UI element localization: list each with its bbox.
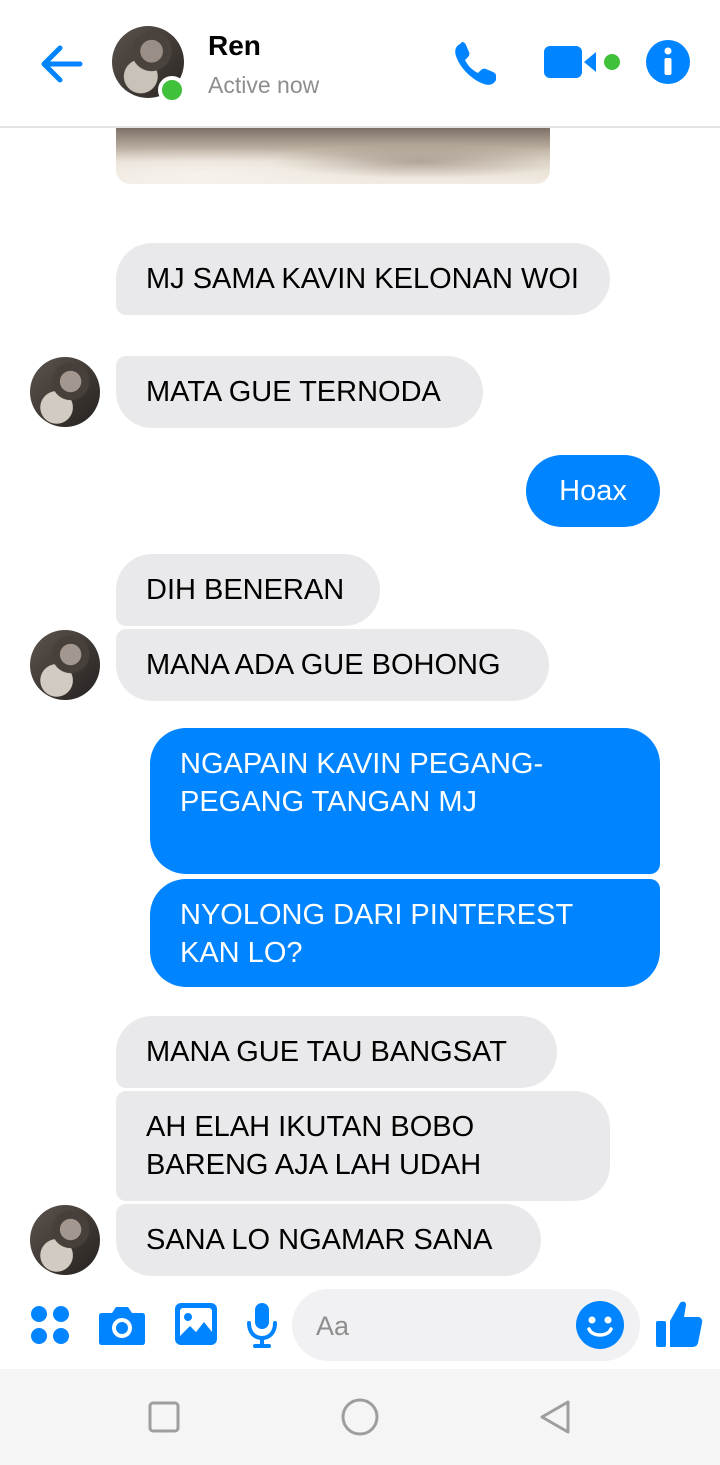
sender-avatar[interactable] [30,630,100,700]
message-incoming[interactable]: DIH BENERAN [116,554,380,626]
phone-icon[interactable] [450,38,502,90]
message-incoming[interactable]: MJ SAMA KAVIN KELONAN WOI [116,243,610,315]
sender-avatar[interactable] [30,357,100,427]
back-arrow-icon[interactable] [36,38,88,90]
smiley-icon[interactable] [574,1299,626,1351]
four-dots-icon[interactable] [30,1305,70,1345]
info-icon[interactable] [644,38,692,86]
message-composer: Aa [0,1285,720,1369]
microphone-icon[interactable] [244,1301,280,1349]
chat-header: Ren Active now [0,0,720,128]
image-icon[interactable] [174,1302,218,1346]
message-input[interactable]: Aa [292,1289,640,1361]
message-incoming[interactable]: MANA GUE TAU BANGSAT [116,1016,557,1088]
message-incoming[interactable]: AH ELAH IKUTAN BOBO BARENG AJA LAH UDAH [116,1091,610,1201]
video-camera-icon[interactable] [544,40,628,84]
contact-status: Active now [208,72,320,98]
home-circle-icon[interactable] [340,1397,380,1437]
recents-square-icon[interactable] [144,1397,184,1437]
message-outgoing[interactable]: NGAPAIN KAVIN PEGANG-PEGANG TANGAN MJ [150,728,660,874]
message-incoming[interactable]: SANA LO NGAMAR SANA [116,1204,541,1276]
back-triangle-icon[interactable] [536,1397,576,1437]
sender-avatar[interactable] [30,1205,100,1275]
message-incoming[interactable]: MATA GUE TERNODA [116,356,483,428]
system-navigation-bar [0,1369,720,1465]
shared-photo[interactable] [116,128,550,184]
camera-icon[interactable] [98,1303,146,1347]
message-outgoing[interactable]: NYOLONG DARI PINTEREST KAN LO? [150,879,660,987]
message-input-placeholder: Aa [316,1311,350,1341]
contact-name[interactable]: Ren [208,30,261,62]
message-incoming[interactable]: MANA ADA GUE BOHONG [116,629,549,701]
message-outgoing[interactable]: Hoax [526,455,660,527]
online-status-dot [158,76,186,104]
thumbs-up-icon[interactable] [654,1299,704,1351]
